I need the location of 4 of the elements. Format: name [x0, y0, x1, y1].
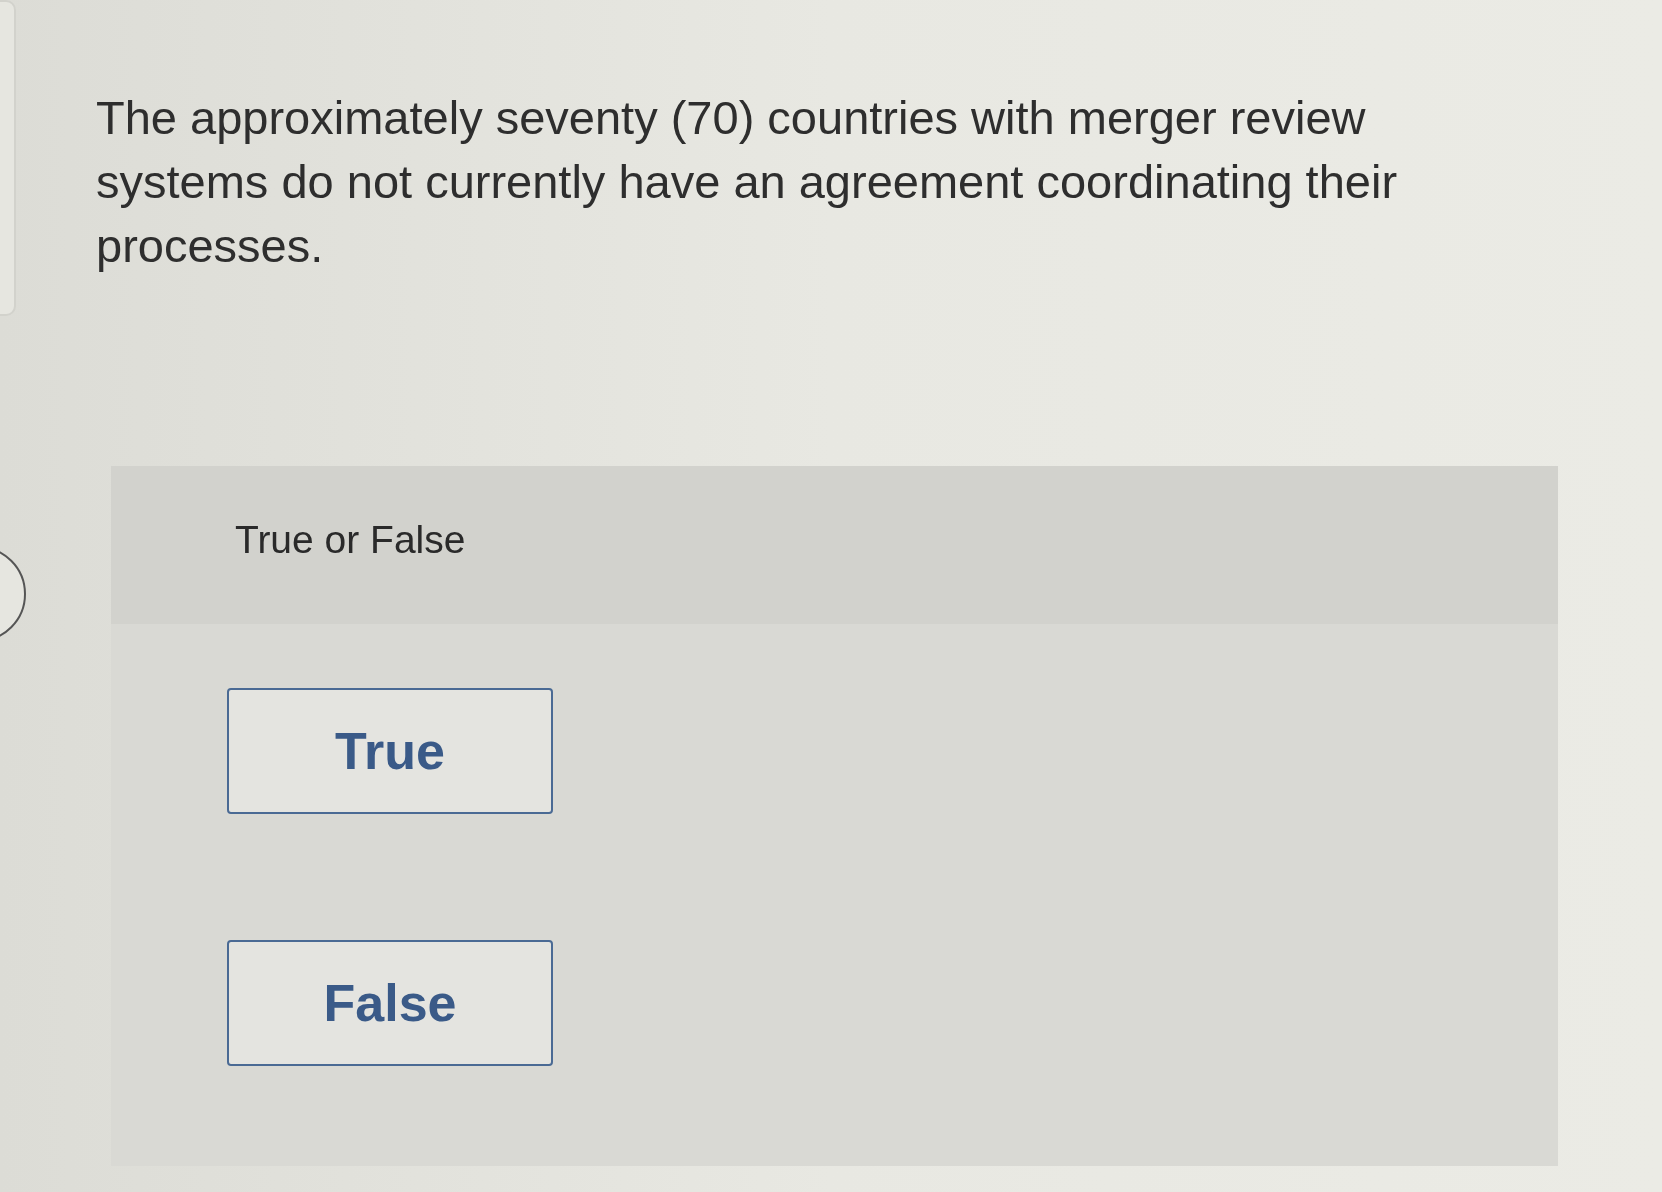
answer-option[interactable]: True [227, 688, 553, 814]
question-text: The approximately seventy (70) countries with merger review systems do not currently have an agreement coordinating their processes. [96, 90, 1399, 274]
answer-option[interactable]: False [227, 940, 553, 1066]
prompt-text: True or False [235, 518, 466, 561]
